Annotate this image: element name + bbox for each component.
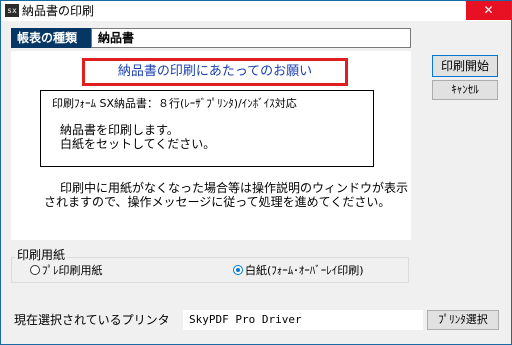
radio-preprinted-paper[interactable]: ﾌﾟﾚ印刷用紙: [30, 264, 103, 277]
current-printer-value: SkyPDF Pro Driver: [183, 310, 423, 330]
info-line: 納品書を印刷します。: [60, 123, 179, 137]
title-bar[interactable]: sx 納品書の印刷 ✕: [1, 1, 511, 21]
print-start-button[interactable]: 印刷開始: [432, 55, 498, 77]
form-type-label: 帳表の種類: [11, 28, 91, 48]
cancel-button[interactable]: ｷｬﾝｾﾙ: [432, 80, 498, 100]
radio-checked-icon: [233, 265, 243, 275]
radio-unchecked-icon: [30, 265, 40, 275]
printer-select-button[interactable]: ﾌﾟﾘﾝﾀ選択: [427, 310, 499, 330]
radio-blank-paper[interactable]: 白紙(ﾌｫｰﾑ･ｵｰﾊﾞｰﾚｲ印刷): [233, 264, 364, 277]
close-button[interactable]: ✕: [466, 1, 511, 20]
app-icon: sx: [5, 4, 19, 17]
instruction-headline: 納品書の印刷にあたってのお願い: [82, 58, 348, 86]
notice-text: 印刷中に用紙がなくなった場合等は操作説明のウィンドウが表示されますので、操作メッ…: [44, 181, 409, 209]
print-form-title: 印刷ﾌｫｰﾑ SX納品書：８行(ﾚｰｻﾞﾌﾟﾘﾝﾀ)/ｲﾝﾎﾞｲｽ対応: [52, 97, 297, 110]
radio-label: ﾌﾟﾚ印刷用紙: [42, 264, 103, 277]
form-type-value: 納品書: [91, 28, 411, 48]
radio-label: 白紙(ﾌｫｰﾑ･ｵｰﾊﾞｰﾚｲ印刷): [245, 264, 364, 277]
current-printer-label: 現在選択されているプリンタ: [14, 313, 170, 327]
window-title: 納品書の印刷: [22, 4, 95, 18]
info-line: 白紙をセットしてください。: [60, 137, 216, 151]
paper-group-label: 印刷用紙: [15, 248, 68, 262]
